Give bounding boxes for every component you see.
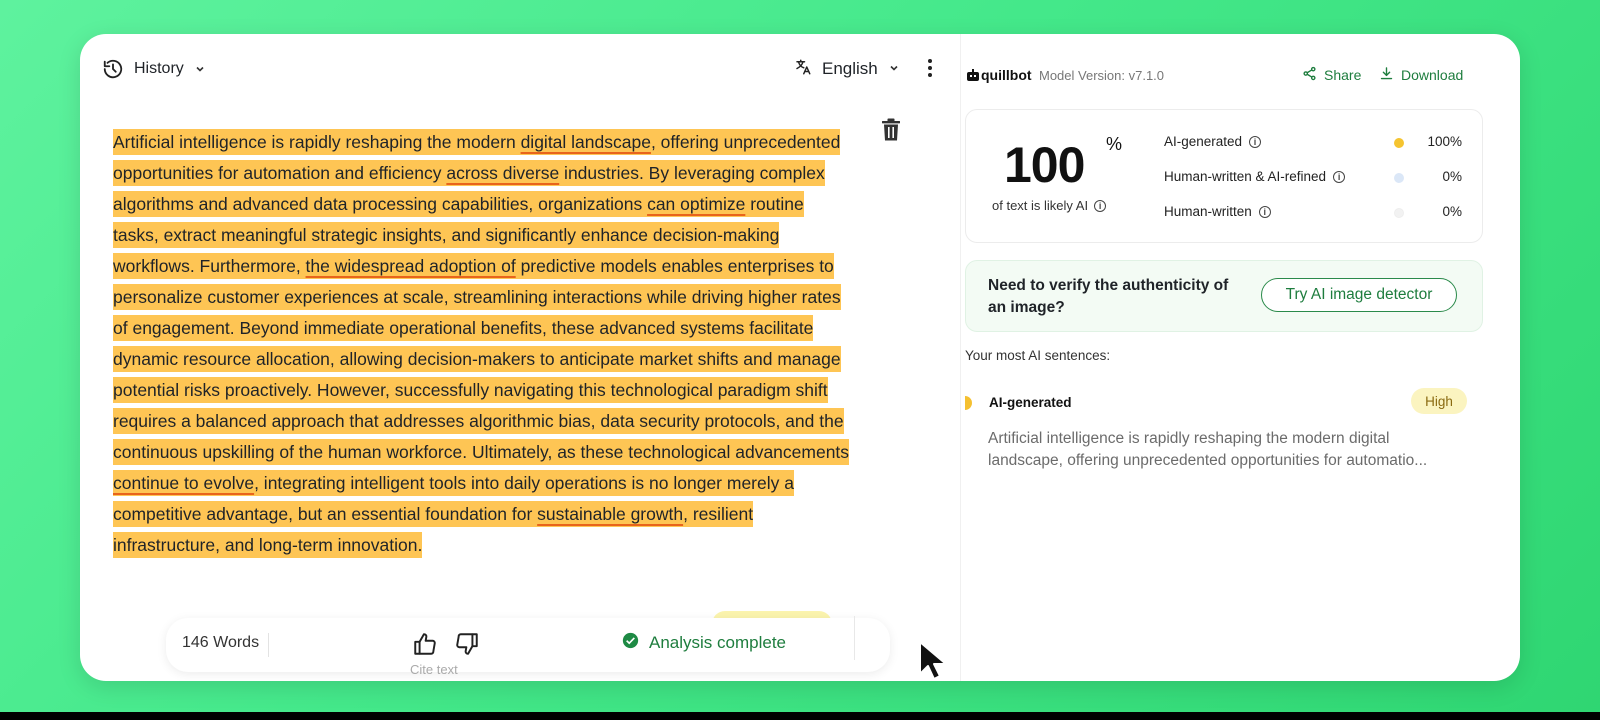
text-segment: predictive models enables enterprises to… — [113, 256, 850, 462]
language-label: English — [822, 59, 878, 78]
chevron-down-icon — [194, 63, 206, 75]
model-version: Model Version: v7.1.0 — [1039, 68, 1165, 83]
brand-logo: quillbot — [967, 67, 1032, 83]
analysis-status: Analysis complete — [622, 632, 786, 654]
brand-name: quillbot — [981, 67, 1032, 83]
share-button[interactable]: Share — [1302, 66, 1361, 84]
sentence-category: AI-generated — [989, 395, 1072, 410]
category-human-written: Human-written i — [1164, 204, 1271, 219]
download-icon — [1379, 66, 1394, 84]
flagged-phrase[interactable]: the widespread adoption of — [306, 256, 516, 276]
flagged-phrase[interactable]: digital landscape — [521, 132, 651, 152]
divider — [268, 633, 269, 657]
editor-pane: History English Artificial intelligence … — [80, 34, 960, 681]
history-label: History — [134, 60, 184, 77]
try-ai-image-detector-button[interactable]: Try AI image detector — [1261, 278, 1457, 312]
detector-window: History English Artificial intelligence … — [80, 34, 1520, 681]
mouse-cursor-icon — [917, 640, 951, 687]
status-label: Analysis complete — [649, 633, 787, 652]
sentence-category-row[interactable]: AI-generated — [965, 395, 1072, 410]
likelihood-badge: High — [1411, 388, 1467, 414]
category-value: 0% — [1442, 204, 1462, 219]
editor-footer: 146 Words Analysis complete — [166, 618, 890, 672]
trash-icon[interactable] — [880, 118, 906, 144]
translate-icon — [794, 58, 812, 81]
chevron-down-icon — [888, 59, 900, 79]
half-circle-icon — [965, 395, 975, 410]
cite-text-link[interactable]: Cite text — [410, 662, 458, 677]
check-circle-icon — [622, 632, 639, 654]
flagged-phrase[interactable]: continue to evolve — [113, 473, 254, 493]
text-segment: Artificial intelligence is rapidly resha… — [113, 132, 521, 152]
most-ai-sentences-label: Your most AI sentences: — [965, 348, 1111, 363]
ai-score-card: 100 % of text is likely AI i AI-generate… — [965, 109, 1483, 243]
history-icon — [102, 58, 124, 80]
screen-bottom-edge — [0, 712, 1600, 720]
info-icon[interactable]: i — [1094, 199, 1107, 212]
info-icon[interactable]: i — [1333, 170, 1346, 183]
more-options-icon[interactable] — [922, 56, 938, 82]
share-label: Share — [1324, 67, 1362, 83]
image-detector-promo: Need to verify the authenticity of an im… — [965, 260, 1483, 332]
download-button[interactable]: Download — [1379, 66, 1463, 84]
promo-text: Need to verify the authenticity of an im… — [988, 277, 1229, 316]
download-label: Download — [1401, 67, 1464, 83]
info-icon[interactable]: i — [1249, 135, 1262, 148]
language-selector[interactable]: English — [794, 54, 900, 84]
divider — [854, 616, 855, 660]
category-value: 0% — [1442, 169, 1462, 184]
thumbs-up-icon[interactable] — [412, 631, 440, 659]
category-dot — [1394, 208, 1404, 218]
category-value: 100% — [1427, 134, 1462, 149]
thumbs-down-icon[interactable] — [454, 631, 482, 659]
ai-score-unit: % — [1106, 134, 1123, 154]
ai-score-value: 100 — [1004, 137, 1085, 193]
category-human-ai-refined: Human-written & AI-refined i — [1164, 169, 1346, 184]
sentence-preview[interactable]: Artificial intelligence is rapidly resha… — [988, 428, 1458, 472]
ai-score-caption: of text is likely AI i — [992, 198, 1107, 213]
flagged-phrase[interactable]: can optimize — [647, 194, 745, 214]
flagged-phrase[interactable]: across diverse — [446, 163, 559, 183]
category-dot — [1394, 173, 1404, 183]
info-icon[interactable]: i — [1258, 205, 1271, 218]
category-dot — [1394, 138, 1404, 148]
history-button[interactable]: History — [102, 54, 206, 84]
report-pane: quillbot Model Version: v7.1.0 Share Dow… — [960, 34, 1520, 681]
share-icon — [1302, 66, 1317, 84]
quillbot-logo-icon — [967, 69, 979, 81]
word-count: 146 Words — [182, 634, 260, 651]
analyzed-text[interactable]: Artificial intelligence is rapidly resha… — [113, 127, 853, 561]
category-ai-generated: AI-generated i — [1164, 134, 1262, 149]
flagged-phrase[interactable]: sustainable growth — [537, 504, 683, 524]
ai-highlight: Artificial intelligence is rapidly resha… — [113, 129, 850, 558]
